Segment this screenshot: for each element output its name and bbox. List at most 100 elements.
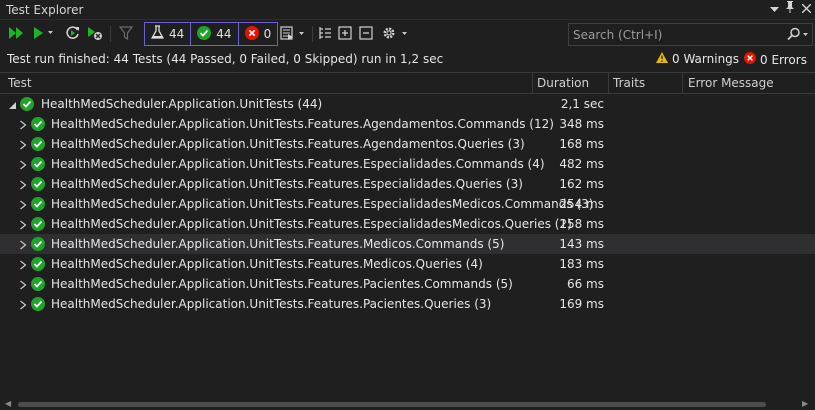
column-divider[interactable] [682,73,683,94]
tree-item-name: HealthMedScheduler.Application.UnitTests… [51,237,505,251]
tree-item-row[interactable]: HealthMedScheduler.Application.UnitTests… [0,294,815,314]
tree-item-duration: 168 ms [559,137,604,151]
warnings-summary[interactable]: 0 Warnings [656,52,739,66]
tree-item-name: HealthMedScheduler.Application.UnitTests… [51,257,483,271]
settings-icon [381,25,411,44]
collapsed-arrow-icon[interactable] [19,179,29,190]
collapsed-arrow-icon[interactable] [19,139,29,150]
collapsed-arrow-icon[interactable] [19,259,29,270]
scroll-right-icon[interactable]: ▶ [802,399,808,408]
test-counters: 44 44 0 [144,22,279,46]
tree-item-duration: 66 ms [566,277,604,291]
collapsed-arrow-icon[interactable] [19,219,29,230]
total-tests-counter[interactable]: 44 [145,23,192,45]
tree-item-duration: 183 ms [559,257,604,271]
errors-summary[interactable]: 0 Errors [744,52,807,67]
toolbar-separator [110,26,111,42]
tree-item-duration: 169 ms [559,297,604,311]
toolbar-separator [312,26,313,42]
collapse-all-icon [359,25,373,43]
group-by-icon [318,26,332,43]
search-box[interactable] [568,23,813,46]
errors-count: 0 Errors [760,52,807,67]
tree-item-name: HealthMedScheduler.Application.UnitTests… [51,277,513,291]
settings-button[interactable] [380,24,412,44]
expand-all-icon [338,25,352,43]
tree-item-row[interactable]: HealthMedScheduler.Application.UnitTests… [0,274,815,294]
tree-item-row[interactable]: HealthMedScheduler.Application.UnitTests… [0,114,815,134]
filter-icon [118,25,134,43]
column-divider[interactable] [608,73,609,94]
run-all-button[interactable] [6,24,26,44]
group-by-button[interactable] [316,24,334,44]
horizontal-scrollbar[interactable]: ◀ ▶ [0,398,815,410]
column-test[interactable]: Test [8,76,32,90]
tree-item-row[interactable]: HealthMedScheduler.Application.UnitTests… [0,154,815,174]
repeat-last-run-icon [65,25,81,44]
tree-item-row[interactable]: HealthMedScheduler.Application.UnitTests… [0,214,815,234]
column-error-message[interactable]: Error Message [688,76,774,90]
collapsed-arrow-icon[interactable] [19,279,29,290]
collapsed-arrow-icon[interactable] [19,119,29,130]
tree-item-name: HealthMedScheduler.Application.UnitTests… [51,297,492,311]
collapse-all-button[interactable] [357,24,375,44]
pass-icon [31,177,45,191]
warning-icon [656,52,668,66]
passed-tests-count: 44 [216,27,232,41]
pass-icon [31,197,45,211]
tree-item-row[interactable]: HealthMedScheduler.Application.UnitTests… [0,174,815,194]
tree-root-duration: 2,1 sec [560,97,604,111]
pin-icon[interactable] [782,1,798,18]
column-traits[interactable]: Traits [613,76,645,90]
pass-icon [31,277,45,291]
tree-item-row-selected[interactable]: HealthMedScheduler.Application.UnitTests… [0,234,815,254]
playlist-icon [279,25,307,44]
dropdown-icon[interactable] [766,1,782,18]
run-button[interactable] [30,24,56,44]
column-header: Test Duration Traits Error Message [0,72,815,94]
repeat-last-run-button[interactable] [64,24,82,44]
filter-button[interactable] [117,24,135,44]
tree-root-row[interactable]: HealthMedScheduler.Application.UnitTests… [0,94,815,114]
tree-item-row[interactable]: HealthMedScheduler.Application.UnitTests… [0,134,815,154]
tree-item-row[interactable]: HealthMedScheduler.Application.UnitTests… [0,254,815,274]
tree-root-name: HealthMedScheduler.Application.UnitTests… [41,97,323,111]
pass-icon [31,137,45,151]
scroll-left-icon[interactable]: ◀ [5,399,11,408]
close-icon[interactable] [798,1,814,18]
playlist-button[interactable] [278,24,308,44]
title-bar: Test Explorer [0,0,815,20]
scrollbar-thumb[interactable] [18,402,766,407]
tree-item-duration: 162 ms [559,177,604,191]
passed-tests-counter[interactable]: 44 [191,23,239,45]
search-icon[interactable] [787,27,811,45]
error-icon [744,52,756,67]
search-input[interactable] [573,26,773,43]
collapsed-arrow-icon[interactable] [19,299,29,310]
run-icon [32,26,54,43]
collapsed-arrow-icon[interactable] [19,199,29,210]
flask-icon [150,25,165,43]
run-all-icon [8,26,24,43]
status-bar: Test run finished: 44 Tests (44 Passed, … [0,48,815,70]
tree-item-name: HealthMedScheduler.Application.UnitTests… [51,197,594,211]
collapsed-arrow-icon[interactable] [19,159,29,170]
fail-icon [244,25,259,43]
toolbar-right [270,20,420,48]
tree-item-name: HealthMedScheduler.Application.UnitTests… [51,137,525,151]
tree-item-name: HealthMedScheduler.Application.UnitTests… [51,177,523,191]
column-divider[interactable] [532,73,533,94]
run-summary-text: Test run finished: 44 Tests (44 Passed, … [7,52,444,66]
tree-item-row[interactable]: HealthMedScheduler.Application.UnitTests… [0,194,815,214]
tree-item-duration: 348 ms [559,117,604,131]
expand-all-button[interactable] [336,24,354,44]
tree-item-duration: 254 ms [559,197,604,211]
pass-icon [31,157,45,171]
collapsed-arrow-icon[interactable] [19,239,29,250]
warnings-count: 0 Warnings [672,52,740,66]
column-duration[interactable]: Duration [537,76,589,90]
window-title: Test Explorer [6,3,84,17]
expanded-arrow-icon[interactable] [8,99,18,109]
pass-icon [31,257,45,271]
run-failed-button[interactable] [86,24,104,44]
